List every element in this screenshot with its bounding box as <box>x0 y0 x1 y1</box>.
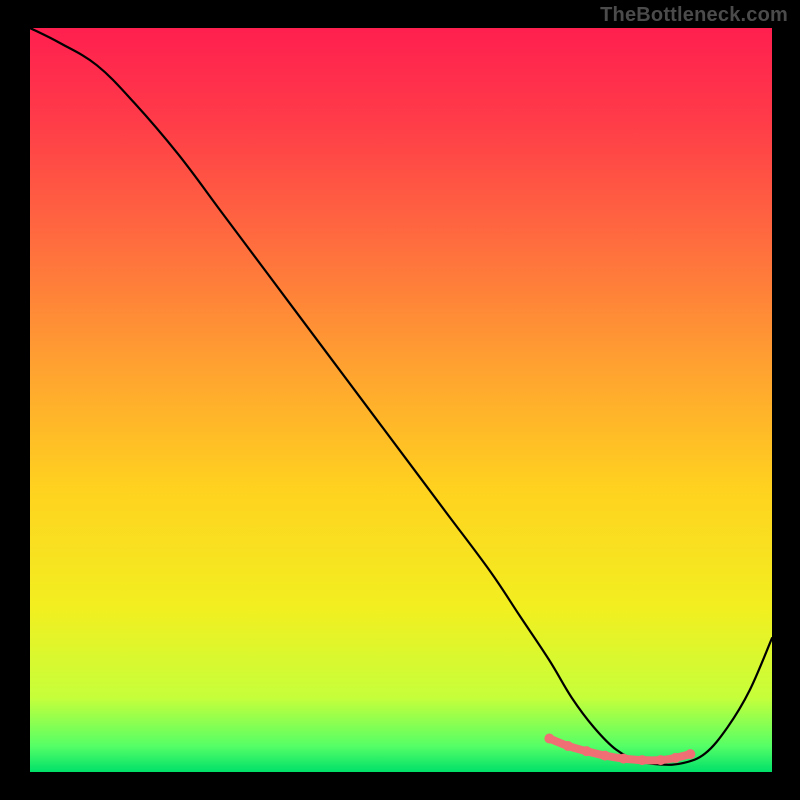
highlight-dot <box>671 753 681 763</box>
watermark-text: TheBottleneck.com <box>600 4 788 27</box>
highlight-dot <box>656 755 666 765</box>
highlight-dot <box>582 746 592 756</box>
highlight-dot <box>685 749 695 759</box>
highlight-dot <box>600 751 610 761</box>
plot-area <box>30 28 772 772</box>
highlight-dot <box>544 734 554 744</box>
highlight-dot <box>563 741 573 751</box>
highlight-dot <box>637 755 647 765</box>
chart-stage: TheBottleneck.com <box>0 0 800 800</box>
highlight-dot <box>619 754 629 764</box>
chart-svg <box>0 0 800 800</box>
